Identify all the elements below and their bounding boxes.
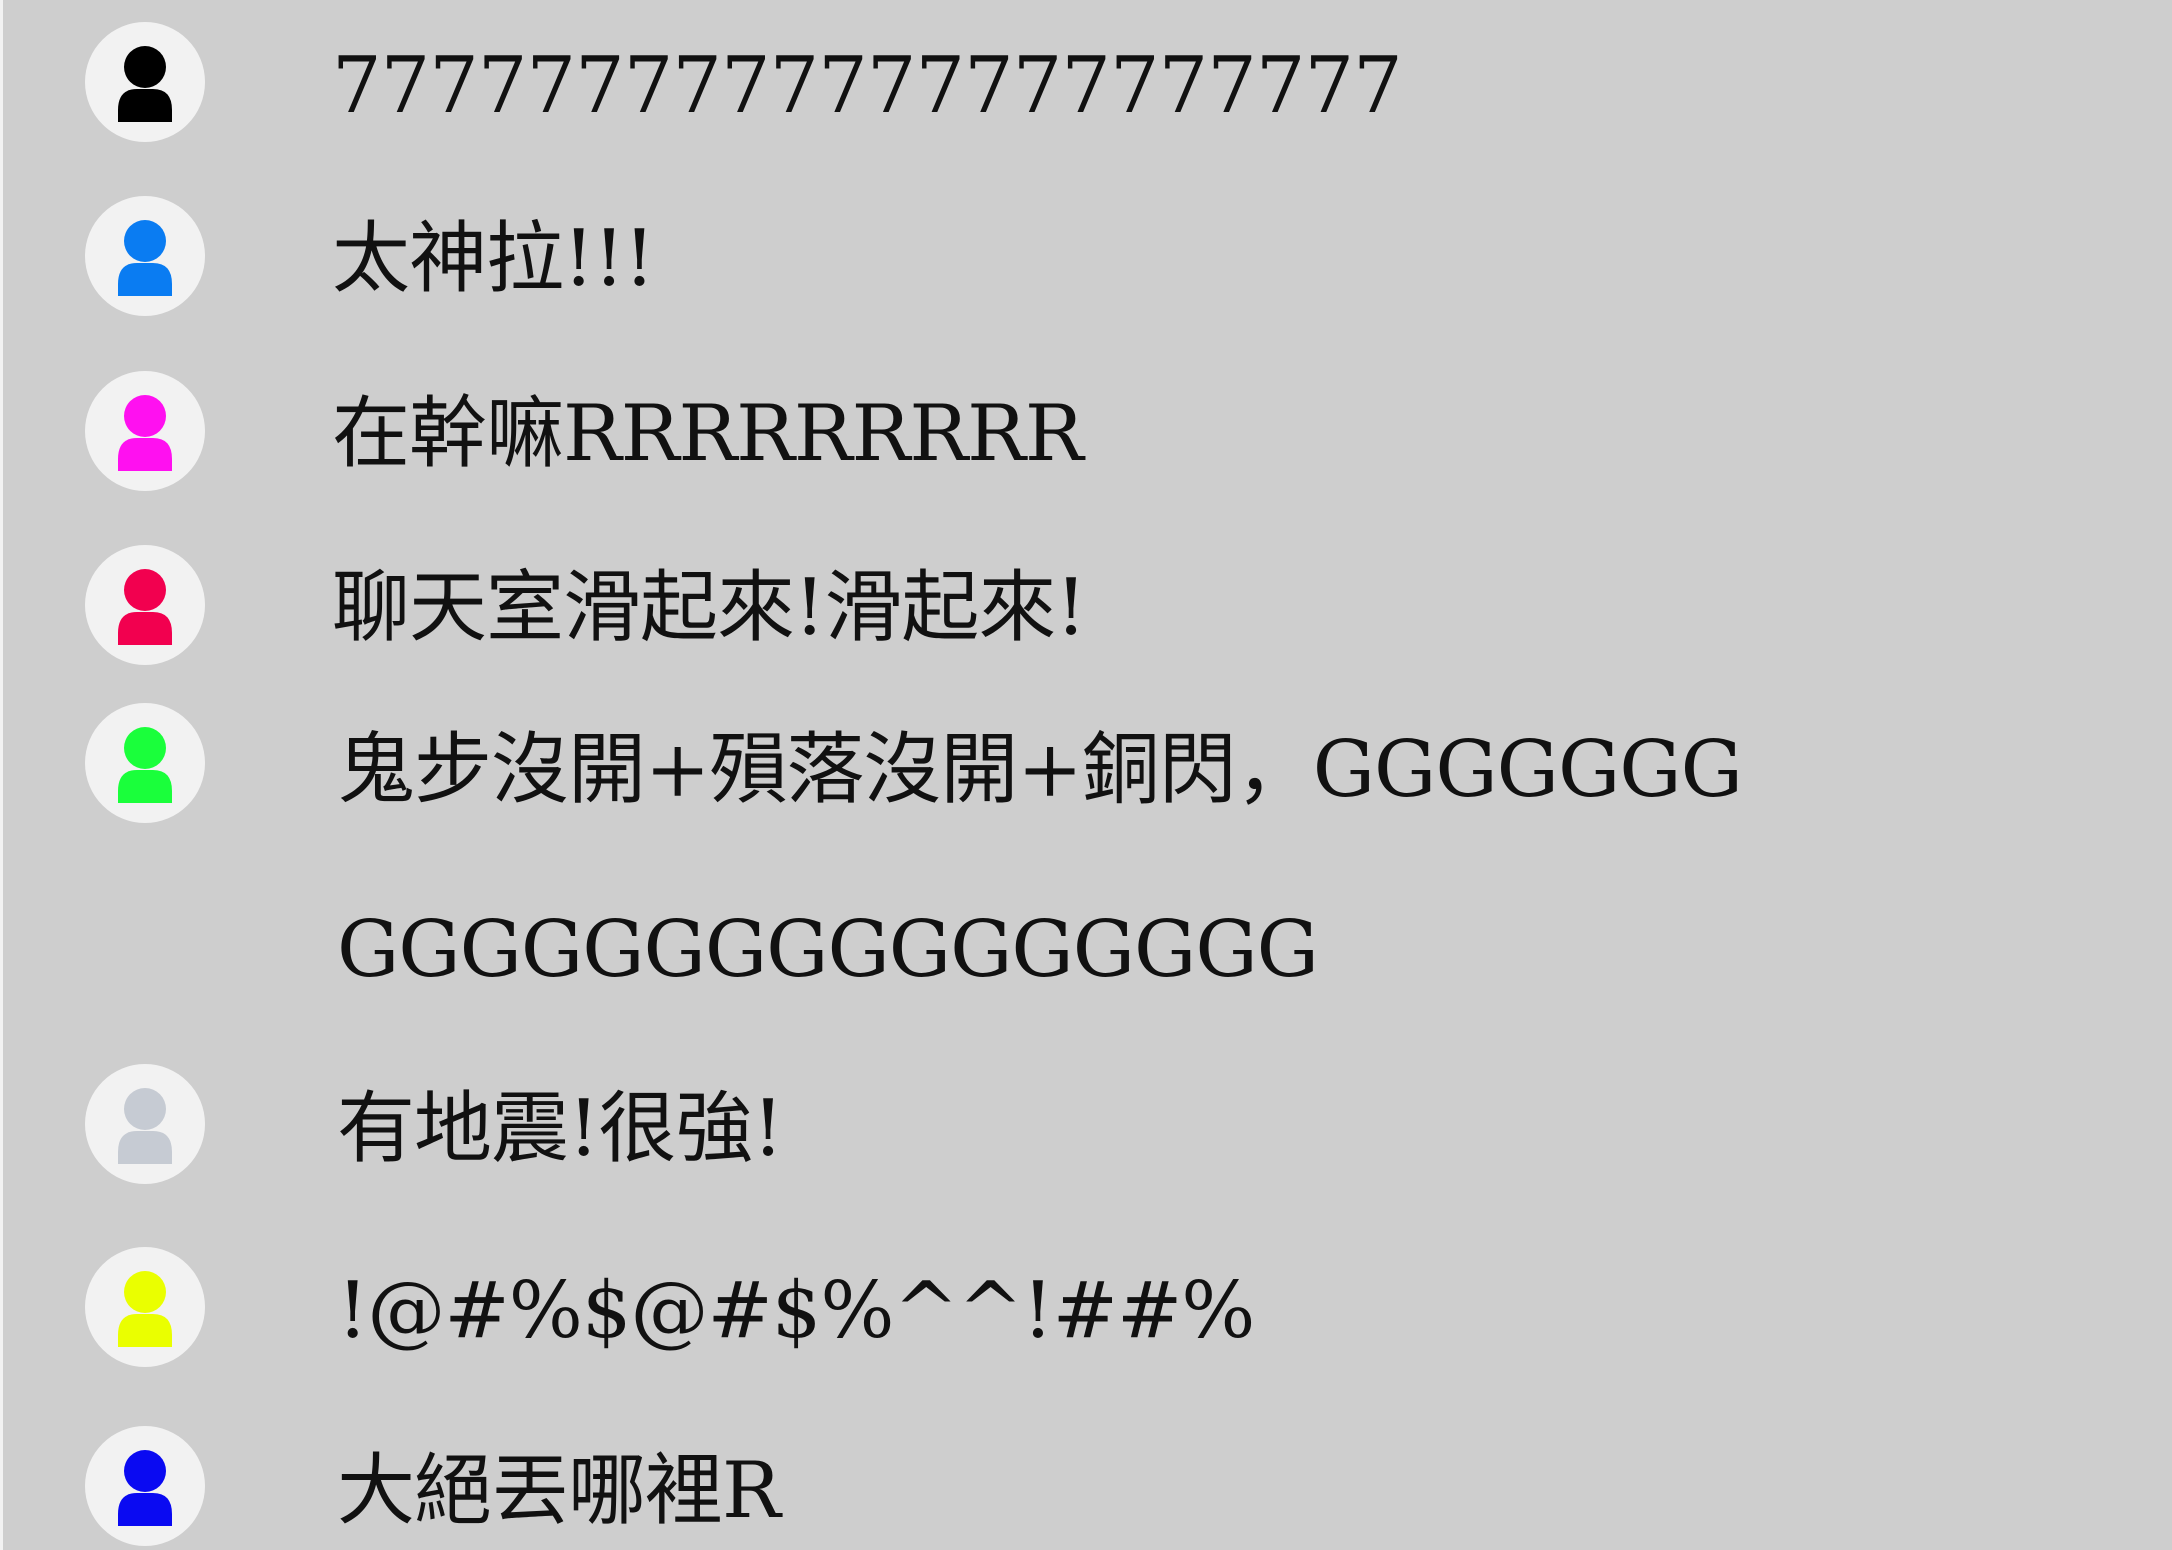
panel-edge — [0, 0, 3, 1550]
user-icon — [118, 395, 172, 471]
user-avatar[interactable] — [85, 22, 205, 142]
message-text: !@#%$@#$%^^!##% — [337, 1266, 1255, 1356]
message-text: 太神拉!!! — [332, 214, 655, 304]
user-icon — [118, 220, 172, 296]
user-avatar[interactable] — [85, 1426, 205, 1546]
user-avatar[interactable] — [85, 703, 205, 823]
user-avatar[interactable] — [85, 1247, 205, 1367]
user-avatar[interactable] — [85, 545, 205, 665]
user-icon — [118, 569, 172, 645]
user-avatar[interactable] — [85, 1064, 205, 1184]
user-icon — [118, 1088, 172, 1164]
user-icon — [118, 727, 172, 803]
message-text: 7777777777777777777777 — [332, 41, 1403, 131]
user-avatar[interactable] — [85, 196, 205, 316]
chat-panel: 7777777777777777777777 太神拉!!! 在幹嘛RRRRRRR… — [0, 0, 2172, 1550]
message-text: 聊天室滑起來!滑起來! — [332, 563, 1087, 653]
user-icon — [118, 1271, 172, 1347]
user-icon — [118, 1450, 172, 1526]
message-text: 大絕丟哪裡R — [337, 1446, 781, 1536]
message-text: 在幹嘛RRRRRRRRR — [332, 389, 1084, 479]
message-text: 有地震!很強! — [337, 1084, 784, 1174]
user-avatar[interactable] — [85, 371, 205, 491]
message-text: 鬼步沒開+殞落沒開+銅閃，GGGGGGGGGGGGGGGGGGGGGGG — [337, 725, 1743, 995]
user-icon — [118, 46, 172, 122]
